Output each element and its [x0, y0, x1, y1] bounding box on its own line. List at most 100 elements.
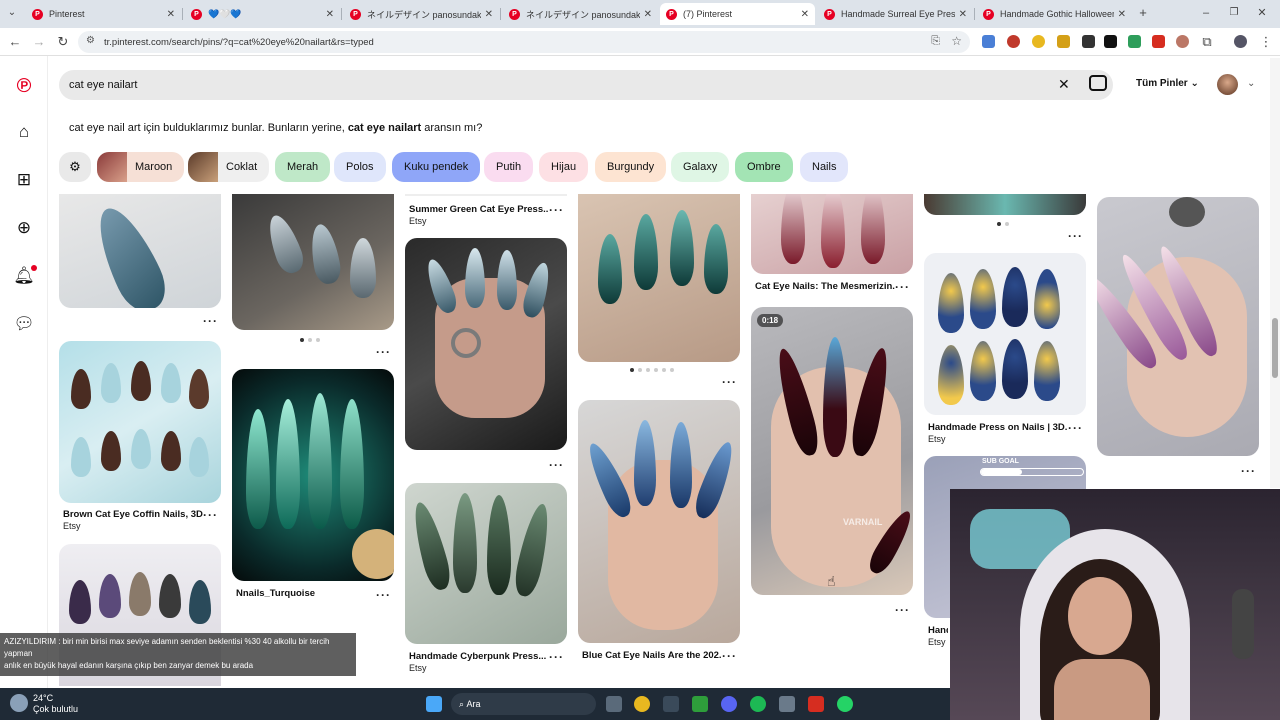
profile-avatar[interactable] [1234, 35, 1247, 48]
extension-icon[interactable] [1176, 35, 1189, 48]
video-pin[interactable]: 0:18 VARNAIL ☝ [751, 307, 913, 595]
create-icon[interactable]: ⊕ [14, 218, 34, 238]
bookmark-star-icon[interactable]: ☆ [951, 34, 962, 48]
pin-more-options-icon[interactable]: ··· [549, 458, 564, 472]
visual-search-camera-icon[interactable] [1089, 75, 1107, 91]
tab-hearts[interactable]: P 💙🤍💙 ✕ [185, 3, 340, 25]
messages-icon[interactable]: 💬︎ [13, 314, 35, 334]
tab-search-icon[interactable]: ⌄ [4, 5, 20, 21]
pin-title[interactable]: Blue Cat Eye Nails Are the 202... [582, 650, 722, 661]
pin-more-options-icon[interactable]: ··· [549, 203, 564, 217]
tab-close-icon[interactable]: ✕ [644, 9, 652, 20]
chip-galaxy[interactable]: Galaxy [671, 152, 730, 182]
settings-icon[interactable] [779, 696, 795, 712]
chrome-icon[interactable] [634, 696, 650, 712]
pin-title[interactable]: Summer Green Cat Eye Press... [409, 204, 549, 215]
tab-close-icon[interactable]: ✕ [326, 9, 334, 20]
chip-polos[interactable]: Polos [334, 152, 386, 182]
chip-maroon[interactable]: Maroon [97, 152, 185, 182]
pin-image[interactable] [1097, 197, 1259, 456]
address-bar[interactable]: ⚙ tr.pinterest.com/search/pins/?q=cat%20… [78, 31, 970, 53]
pin-image[interactable] [578, 194, 740, 362]
minimize-icon[interactable]: – [1198, 5, 1214, 21]
install-app-icon[interactable]: ⎘ [931, 35, 940, 48]
pin-more-options-icon[interactable]: ··· [376, 345, 391, 359]
extension-icon[interactable] [1128, 35, 1141, 48]
clear-search-icon[interactable]: ✕ [1058, 76, 1070, 93]
line-app-icon[interactable] [692, 696, 708, 712]
tab-close-icon[interactable]: ✕ [801, 9, 809, 20]
search-input[interactable]: cat eye nailart [59, 70, 1113, 100]
chip-ombre[interactable]: Ombre [735, 152, 793, 182]
pin-more-options-icon[interactable]: ··· [895, 280, 910, 294]
explore-icon[interactable]: ⊞ [14, 170, 34, 190]
pin-title[interactable]: Cat Eye Nails: The Mesmerizin... [755, 281, 895, 292]
maximize-icon[interactable]: ❐ [1226, 5, 1242, 21]
tab-close-icon[interactable]: ✕ [485, 9, 493, 20]
pin-title[interactable]: Hand [928, 625, 948, 636]
extension-icon[interactable] [1082, 35, 1095, 48]
discord-icon[interactable] [721, 696, 737, 712]
chip-merah[interactable]: Merah [275, 152, 331, 182]
pin-image[interactable] [924, 253, 1086, 415]
windows-start-icon[interactable] [426, 696, 442, 712]
pin-title[interactable]: Handmade Press on Nails | 3D... [928, 422, 1068, 433]
pinterest-logo-icon[interactable]: ℗ [14, 75, 34, 97]
pin-more-options-icon[interactable]: ··· [549, 650, 564, 664]
user-avatar[interactable] [1217, 74, 1238, 95]
chip-nails[interactable]: Nails [800, 152, 849, 182]
back-icon[interactable]: ← [7, 34, 23, 50]
pin-title[interactable]: Brown Cat Eye Coffin Nails, 3D... [63, 509, 203, 520]
pin-more-options-icon[interactable]: ··· [203, 508, 218, 522]
pin-image[interactable] [59, 194, 221, 308]
pin-image[interactable] [751, 194, 913, 274]
extension-icon[interactable] [1057, 35, 1070, 48]
taskbar-search[interactable]: ⌕ Ara [451, 693, 596, 715]
pin-image[interactable] [405, 238, 567, 450]
tab-close-icon[interactable]: ✕ [1118, 9, 1126, 20]
tab-close-icon[interactable]: ✕ [959, 9, 967, 20]
extension-icon[interactable] [1104, 35, 1117, 48]
tab-pinterest-1[interactable]: P Pinterest ✕ [26, 3, 181, 25]
suggestion-term-link[interactable]: cat eye nailart [348, 122, 421, 134]
chip-putih[interactable]: Putih [484, 152, 534, 182]
pin-filter-dropdown[interactable]: Tüm Pinler ⌄ [1136, 78, 1199, 89]
pin-more-options-icon[interactable]: ··· [722, 375, 737, 389]
tab-pinterest-active[interactable]: P (7) Pinterest ✕ [660, 3, 815, 25]
home-icon[interactable]: ⌂ [14, 122, 34, 142]
pin-more-options-icon[interactable]: ··· [895, 603, 910, 617]
pin-title[interactable]: Handmade Cyberpunk Press... [409, 651, 549, 662]
pin-title[interactable]: Nnails_Turquoise [236, 588, 376, 599]
pin-more-options-icon[interactable]: ··· [203, 314, 218, 328]
window-close-icon[interactable]: ✕ [1254, 5, 1270, 21]
extensions-puzzle-icon[interactable]: ⧉ [1199, 34, 1215, 50]
translate-extension-icon[interactable] [982, 35, 995, 48]
forward-icon[interactable]: → [31, 34, 47, 50]
pin-image[interactable] [924, 194, 1086, 215]
extension-icon[interactable] [1152, 35, 1165, 48]
pin-image[interactable] [578, 400, 740, 643]
tab-close-icon[interactable]: ✕ [167, 9, 175, 20]
app-icon[interactable] [663, 696, 679, 712]
reload-icon[interactable]: ↻ [55, 34, 71, 50]
pin-more-options-icon[interactable]: ··· [376, 588, 391, 602]
chip-coklat[interactable]: Coklat [188, 152, 270, 182]
chip-burgundy[interactable]: Burgundy [595, 152, 667, 182]
chip-kuku-pendek[interactable]: Kuku pendek [392, 152, 481, 182]
pin-more-options-icon[interactable]: ··· [722, 649, 737, 663]
tab-nail-design-2[interactable]: P ネイルデザイン panosundaki Pin ✕ [503, 3, 658, 25]
spotify-icon[interactable] [750, 696, 766, 712]
extension-icon[interactable] [1007, 35, 1020, 48]
pin-image[interactable] [59, 341, 221, 503]
pin-image[interactable] [232, 369, 394, 581]
task-view-icon[interactable] [606, 696, 622, 712]
pin-more-options-icon[interactable]: ··· [1241, 464, 1256, 478]
tab-surreal-eye[interactable]: P Handmade Surreal Eye Press O ✕ [818, 3, 973, 25]
browser-menu-icon[interactable]: ⋮ [1258, 34, 1274, 50]
site-info-icon[interactable]: ⚙ [86, 35, 95, 46]
new-tab-button[interactable]: + [1135, 5, 1151, 21]
filter-settings-icon[interactable]: ⚙ [59, 152, 91, 182]
page-scrollbar[interactable] [1270, 58, 1280, 488]
pin-more-options-icon[interactable]: ··· [1068, 421, 1083, 435]
tab-gothic-halloween[interactable]: P Handmade Gothic Halloween P ✕ [977, 3, 1132, 25]
